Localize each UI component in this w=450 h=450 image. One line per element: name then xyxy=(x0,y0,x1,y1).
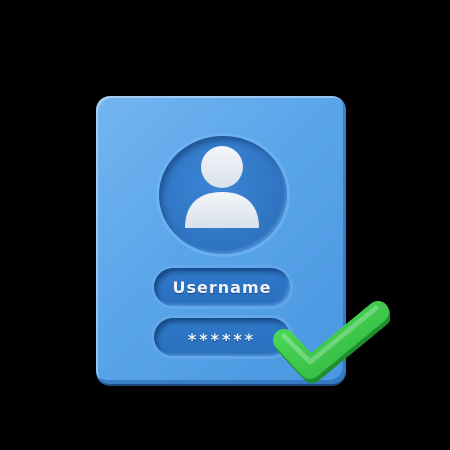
checkmark-icon xyxy=(273,301,390,383)
user-silhouette-icon xyxy=(185,146,259,228)
silhouette-head xyxy=(201,146,243,188)
login-card-illustration: Username ****** xyxy=(0,0,450,450)
avatar xyxy=(159,136,287,254)
silhouette-body xyxy=(185,192,259,228)
